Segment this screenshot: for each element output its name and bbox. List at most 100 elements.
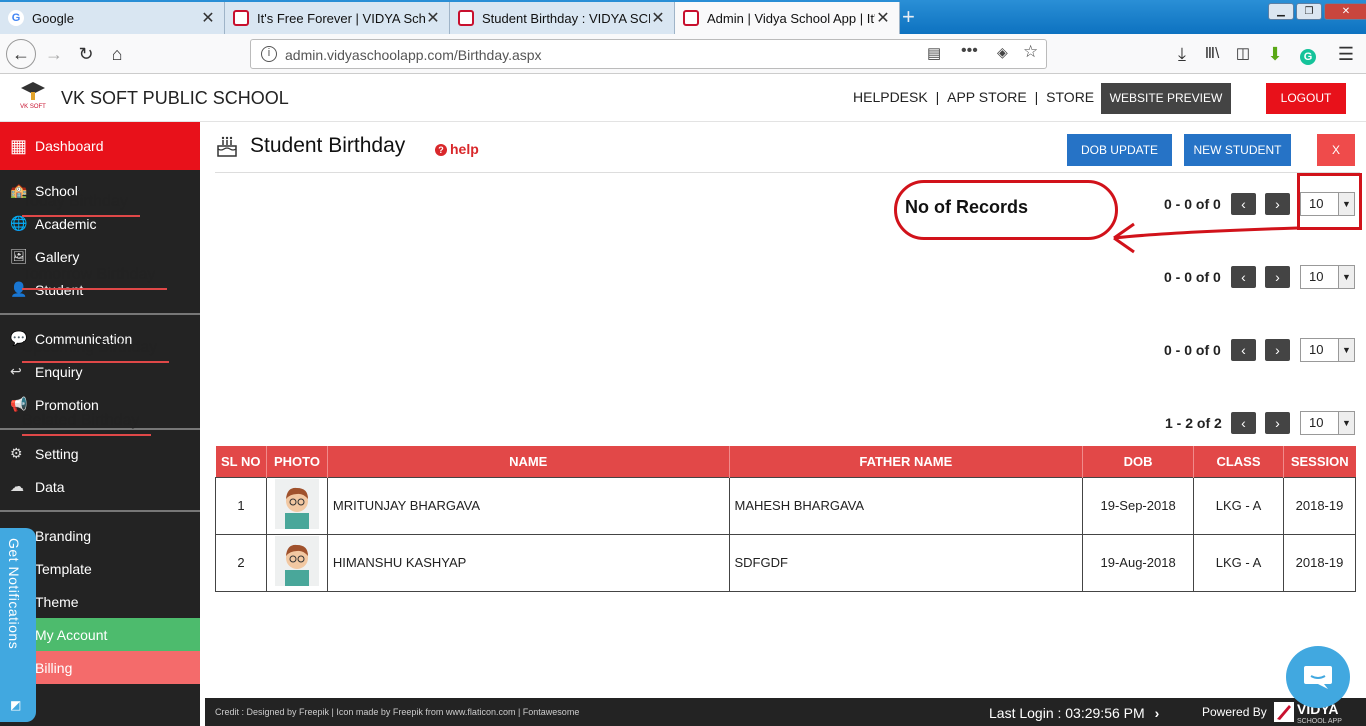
powered-by-label: Powered By <box>1202 705 1267 719</box>
website-preview-button[interactable]: WEBSITE PREVIEW <box>1101 83 1231 114</box>
page-title: Student Birthday <box>250 134 406 157</box>
info-icon[interactable]: i <box>261 46 277 62</box>
close-icon[interactable]: ✕ <box>425 8 441 28</box>
next-page-button[interactable]: › <box>1265 193 1290 215</box>
browser-tab-google[interactable]: G Google ✕ <box>0 2 225 34</box>
bookmark-star-icon[interactable]: ☆ <box>1023 42 1038 62</box>
google-favicon-icon: G <box>8 10 24 26</box>
dashboard-icon: ▦ <box>10 135 28 156</box>
reload-icon[interactable]: ↻ <box>74 42 98 66</box>
window-close-button[interactable]: ✕ <box>1324 3 1366 20</box>
student-avatar-icon <box>274 536 319 586</box>
maximize-button[interactable]: ❐ <box>1296 3 1322 20</box>
image-icon: 🖼 <box>10 248 28 264</box>
close-icon[interactable]: ✕ <box>650 8 666 28</box>
name-cell: HIMANSHU KASHYAP <box>326 533 730 592</box>
close-button[interactable]: X <box>1317 134 1355 166</box>
logout-button[interactable]: LOGOUT <box>1266 83 1346 114</box>
sl-no-cell: 1 <box>215 476 267 535</box>
next-page-button[interactable]: › <box>1265 412 1290 434</box>
prev-page-button[interactable]: ‹ <box>1231 193 1256 215</box>
new-tab-button[interactable]: + <box>902 6 915 28</box>
next-page-button[interactable]: › <box>1265 339 1290 361</box>
library-icon[interactable]: Ⅲ\ <box>1200 42 1224 66</box>
link-separator: | <box>935 89 940 105</box>
prev-page-button[interactable]: ‹ <box>1231 339 1256 361</box>
help-link[interactable]: ? help <box>435 141 479 157</box>
tab-title: Admin | Vidya School App | It's <box>707 10 875 26</box>
more-icon[interactable]: ••• <box>961 42 978 60</box>
url-bar[interactable]: i admin.vidyaschoolapp.com/Birthday.aspx… <box>250 39 1047 69</box>
sl-no-cell: 2 <box>215 533 267 592</box>
chevron-down-icon: ▼ <box>1338 339 1354 361</box>
browser-tab-admin[interactable]: Admin | Vidya School App | It's ✕ <box>675 2 900 34</box>
grammarly-icon[interactable]: G <box>1296 42 1320 66</box>
store-link[interactable]: STORE <box>1046 89 1094 105</box>
pager-range-upcoming: 0 - 0 of 0 <box>1164 342 1221 358</box>
logo-caption: VK SOFT <box>20 104 46 110</box>
column-header: FATHER NAME <box>729 446 1084 477</box>
prev-page-button[interactable]: ‹ <box>1231 412 1256 434</box>
footer-credit: Credit : Designed by Freepik | Icon made… <box>215 707 580 717</box>
sidebar-item-label: Promotion <box>35 396 99 413</box>
url-text[interactable]: admin.vidyaschoolapp.com/Birthday.aspx <box>285 47 542 63</box>
get-notifications-tab[interactable]: Get Notifications ◩ <box>0 528 36 722</box>
gear-icon: ⚙ <box>10 445 23 461</box>
column-header: NAME <box>327 446 730 477</box>
belated-birthday-table: SL NO PHOTO NAME FATHER NAME DOB CLASS S… <box>215 446 1357 592</box>
records-value: 10 <box>1309 415 1324 430</box>
sidebar-item-label: Dashboard <box>35 138 104 154</box>
records-per-page-select[interactable]: 10 ▼ <box>1300 265 1355 289</box>
table-row[interactable]: 1 MRITUNJAY BHARGAVA MAHESH BHARGAVA 19-… <box>215 476 1357 535</box>
forward-arrow-icon[interactable]: → <box>42 42 66 66</box>
class-cell: LKG - A <box>1193 476 1284 535</box>
records-per-page-select[interactable]: 10 ▼ <box>1300 338 1355 362</box>
chevron-down-icon: ▼ <box>1338 266 1354 288</box>
student-avatar-icon <box>274 479 319 529</box>
class-cell: LKG - A <box>1193 533 1284 592</box>
browser-tab-bar: G Google ✕ It's Free Forever | VIDYA Sch… <box>0 0 1366 34</box>
pager-range-today: 0 - 0 of 0 <box>1164 196 1221 212</box>
next-page-button[interactable]: › <box>1265 266 1290 288</box>
helpdesk-link[interactable]: HELPDESK <box>853 89 928 105</box>
sidebar-item-label: My Account <box>35 626 108 643</box>
question-icon: ? <box>435 144 447 156</box>
session-cell: 2018-19 <box>1282 476 1357 535</box>
sidebar-item-label: Billing <box>35 659 73 676</box>
close-icon[interactable]: ✕ <box>875 8 891 28</box>
app-header: VK SOFT VK SOFT PUBLIC SCHOOL HELPDESK |… <box>0 74 1366 122</box>
table-row[interactable]: 2 HIMANSHU KASHYAP SDFGDF 19-Aug-2018 LK… <box>215 533 1357 592</box>
pager-range-belated: 1 - 2 of 2 <box>1165 415 1222 431</box>
home-icon[interactable]: ⌂ <box>105 42 129 66</box>
new-student-button[interactable]: NEW STUDENT <box>1184 134 1291 166</box>
dob-update-button[interactable]: DOB UPDATE <box>1067 134 1172 166</box>
back-arrow-icon[interactable]: ← <box>6 39 36 69</box>
prev-page-button[interactable]: ‹ <box>1231 266 1256 288</box>
minimize-button[interactable]: ▁ <box>1268 3 1294 20</box>
chat-widget-button[interactable] <box>1286 646 1350 708</box>
app-store-link[interactable]: APP STORE <box>947 89 1027 105</box>
reader-view-icon[interactable]: ▤ <box>927 44 941 62</box>
browser-tab-student-birthday[interactable]: Student Birthday : VIDYA SCHO ✕ <box>450 2 675 34</box>
name-cell: MRITUNJAY BHARGAVA <box>326 476 730 535</box>
sidebar-item-label: Enquiry <box>35 363 83 380</box>
menu-icon[interactable]: ☰ <box>1334 42 1358 66</box>
sidebar-item-dashboard[interactable]: ▦ Dashboard <box>0 122 200 170</box>
extension-download-icon[interactable]: ⬇ <box>1263 42 1287 66</box>
school-name: VK SOFT PUBLIC SCHOOL <box>61 88 289 108</box>
sidebar-item-label: Gallery <box>35 248 80 265</box>
sidebar-item-setting[interactable]: ⚙ Setting <box>0 437 200 470</box>
close-icon[interactable]: ✕ <box>200 8 216 28</box>
browser-tab-vidya[interactable]: It's Free Forever | VIDYA School ✕ <box>225 2 450 34</box>
pocket-icon[interactable]: ◈ <box>997 44 1008 61</box>
tab-title: Student Birthday : VIDYA SCHO <box>482 10 650 26</box>
brand-sub: SCHOOL APP <box>1297 718 1342 725</box>
father-name-cell: SDFGDF <box>728 533 1084 592</box>
sidebar-item-data[interactable]: ☁ Data <box>0 470 200 503</box>
records-per-page-select[interactable]: 10 ▼ <box>1300 411 1355 435</box>
sidebar-icon[interactable]: ◫ <box>1231 42 1255 66</box>
sidebar-divider <box>0 313 200 315</box>
download-icon[interactable]: ⤓ <box>1170 42 1194 66</box>
photo-cell <box>265 533 328 592</box>
cloud-icon: ☁ <box>10 478 24 494</box>
